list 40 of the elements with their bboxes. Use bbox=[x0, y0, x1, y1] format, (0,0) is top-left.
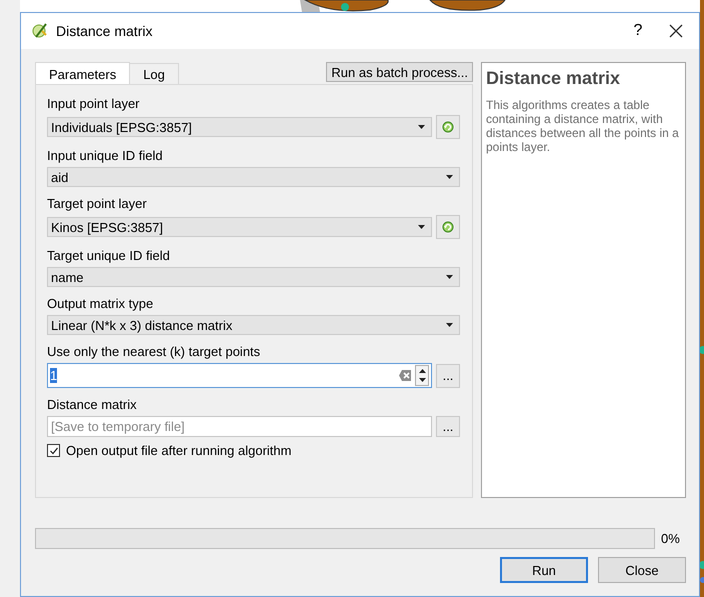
run-button[interactable]: Run bbox=[500, 557, 588, 583]
dropdown[interactable]: name bbox=[47, 267, 460, 287]
field-label: Output matrix type bbox=[47, 295, 154, 312]
tab[interactable]: Log bbox=[129, 63, 179, 85]
dropdown-arrow-icon bbox=[446, 275, 453, 279]
dropdown-arrow-icon bbox=[418, 225, 425, 229]
logo-icon bbox=[31, 22, 49, 40]
dropdown[interactable]: Linear (N*k x 3) distance matrix bbox=[47, 315, 460, 335]
close-button[interactable]: Close bbox=[598, 557, 686, 583]
field-label: Input unique ID field bbox=[47, 147, 164, 164]
dropdown-arrow-icon bbox=[418, 125, 425, 129]
help-title: Distance matrix bbox=[486, 68, 622, 89]
dropdown[interactable]: Individuals [EPSG:3857] bbox=[47, 117, 432, 137]
refresh-button[interactable] bbox=[436, 115, 460, 139]
help-button[interactable]: ? bbox=[623, 22, 653, 40]
checkbox[interactable] bbox=[47, 444, 60, 457]
tab[interactable]: Parameters bbox=[35, 62, 130, 85]
help-text: This algorithms creates a table containing a distance matrix, with distances between all the points in a points layer. bbox=[486, 98, 680, 154]
spin-arrows-icon[interactable] bbox=[415, 365, 429, 386]
refresh-icon bbox=[442, 121, 454, 133]
dropdown[interactable]: Kinos [EPSG:3857] bbox=[47, 217, 432, 237]
checkbox-label[interactable]: Open output file after running algorithm bbox=[66, 443, 292, 458]
field-label: Target unique ID field bbox=[47, 247, 171, 264]
batch-process-button[interactable]: Run as batch process... bbox=[326, 62, 473, 82]
window-title: Distance matrix bbox=[56, 23, 154, 39]
browse-button[interactable]: ... bbox=[436, 364, 460, 388]
dropdown-arrow-icon bbox=[446, 175, 453, 179]
close-icon[interactable] bbox=[667, 22, 685, 40]
refresh-icon bbox=[442, 221, 454, 233]
clear-icon[interactable] bbox=[399, 369, 412, 382]
field-label: Target point layer bbox=[47, 195, 148, 212]
field-label: Distance matrix bbox=[47, 396, 138, 413]
refresh-button[interactable] bbox=[436, 215, 460, 239]
field-label: Input point layer bbox=[47, 95, 141, 112]
dropdown[interactable]: aid bbox=[47, 167, 460, 187]
progress-percent: 0% bbox=[661, 531, 681, 546]
number-field[interactable]: 1 bbox=[47, 363, 432, 388]
browse-button[interactable]: ... bbox=[436, 416, 460, 437]
dropdown-arrow-icon bbox=[446, 323, 453, 327]
field-label: Use only the nearest (k) target points bbox=[47, 343, 262, 360]
